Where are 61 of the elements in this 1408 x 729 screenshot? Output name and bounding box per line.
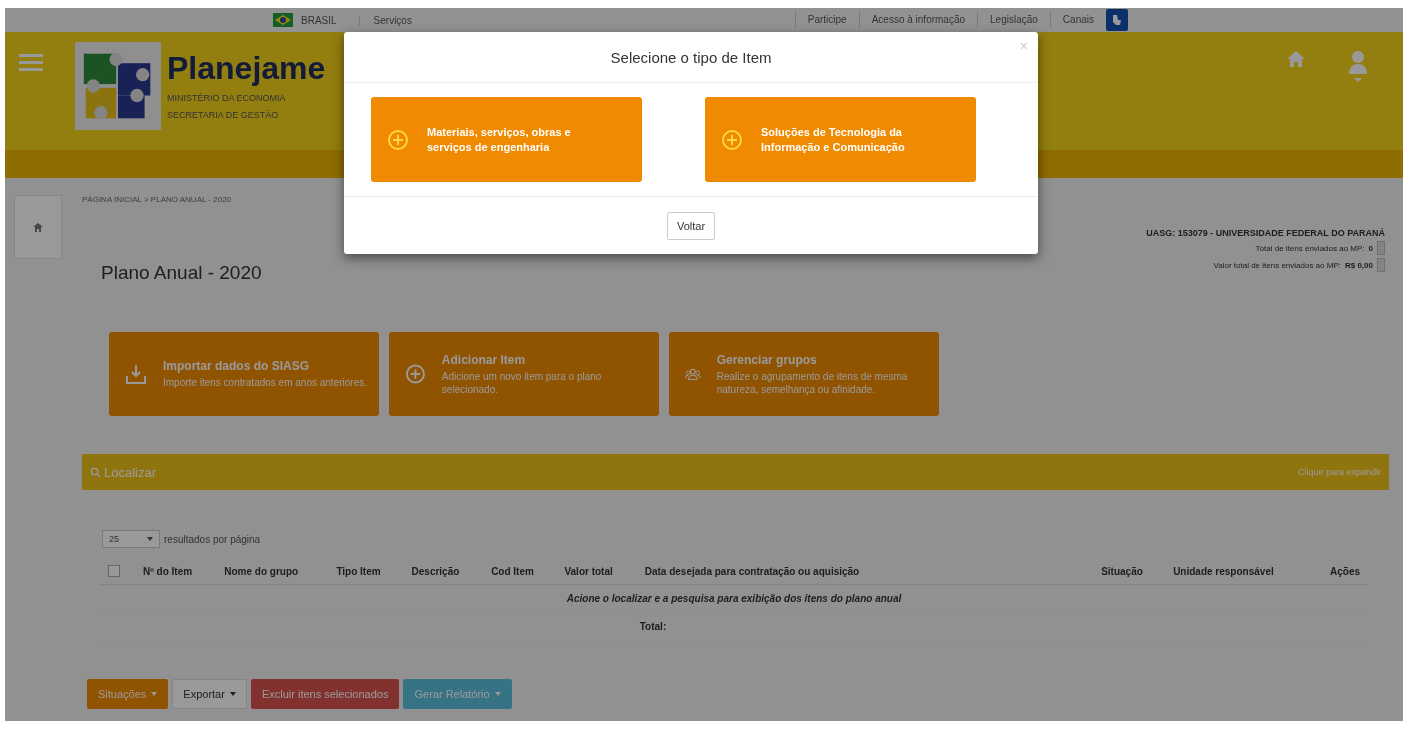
menu-icon xyxy=(19,54,43,72)
card-description: Realize o agrupamento de itens de mesma natureza, semelhança ou afinidade. xyxy=(716,369,909,396)
column-header[interactable]: Cod Item xyxy=(483,558,557,585)
action-card[interactable]: Importar dados do SIASG Importe itens contratados em anos anteriores. xyxy=(109,332,379,416)
home-button[interactable] xyxy=(14,195,62,259)
column-header[interactable]: Tipo Item xyxy=(328,558,404,585)
modal-title: Selecione o tipo de Item xyxy=(610,48,772,66)
plus-circle-icon xyxy=(405,363,426,385)
column-header[interactable]: Nome do grupo xyxy=(216,558,329,585)
summary-label: Valor total de itens enviados ao MP: xyxy=(1213,260,1341,270)
column-header[interactable]: Situação xyxy=(1093,558,1166,585)
page-size-select[interactable]: 25 xyxy=(102,530,160,548)
search-icon xyxy=(90,466,101,478)
toggle-handle[interactable] xyxy=(1377,241,1385,255)
back-button[interactable]: Voltar xyxy=(666,211,716,240)
dropdown-button[interactable]: Situações xyxy=(87,679,169,709)
column-header[interactable]: Valor total xyxy=(556,558,637,585)
page-title: Plano Anual - 2020 xyxy=(101,262,262,284)
page-size-label: resultados por página xyxy=(164,533,261,545)
panel-title: Localizar xyxy=(104,464,157,480)
item-type-option[interactable]: Materiais, serviços, obras e serviços de engenharia xyxy=(371,97,642,182)
card-description: Adicione um novo item para o plano selecionado. xyxy=(441,369,603,396)
plus-circle-icon xyxy=(721,128,743,151)
card-title: Adicionar Item xyxy=(441,352,527,367)
column-header[interactable]: Ações xyxy=(1310,558,1368,585)
download-icon xyxy=(125,363,147,385)
home-icon xyxy=(32,221,44,233)
summary-value: R$ 0,00 xyxy=(1344,260,1373,270)
card-title: Importar dados do SIASG xyxy=(163,359,310,373)
total-label: Total: xyxy=(100,612,1368,641)
dropdown-button[interactable]: Exportar xyxy=(172,679,247,709)
uasg-unit: UASG: 153079 - UNIVERSIDADE FEDERAL DO PARANÁ xyxy=(1146,228,1385,238)
action-card[interactable]: Gerenciar grupos Realize o agrupamento de itens de mesma natureza, semelhança ou afinidade. xyxy=(669,332,939,416)
nav-link[interactable]: Serviços xyxy=(358,14,412,26)
breadcrumb: PÁGINA INICIAL > PLANO ANUAL - 2020 xyxy=(82,195,233,204)
plus-circle-icon xyxy=(387,128,409,151)
summary-label: Total de itens enviados ao MP: xyxy=(1255,243,1365,253)
column-header[interactable]: Nº do Item xyxy=(134,558,217,585)
nav-link[interactable]: Legislação xyxy=(977,12,1050,28)
card-description: Importe itens contratados em anos anteriores. xyxy=(163,376,367,389)
item-type-option[interactable]: Soluções de Tecnologia da Informação e Comunicação xyxy=(705,97,976,182)
toggle-handle[interactable] xyxy=(1377,258,1385,272)
column-header[interactable]: Descrição xyxy=(403,558,484,585)
action-card[interactable]: Adicionar Item Adicione um novo item para o plano selecionado. xyxy=(389,332,659,416)
nav-link[interactable]: Acesso à informação xyxy=(858,12,978,28)
home-icon xyxy=(1286,50,1306,68)
nav-link[interactable]: Participe xyxy=(794,12,859,28)
select-all-checkbox[interactable] xyxy=(108,565,120,577)
country-link[interactable]: BRASIL xyxy=(301,14,337,26)
app-subtitle: MINISTÉRIO DA ECONOMIA xyxy=(167,92,287,105)
card-title: Gerenciar grupos xyxy=(716,352,818,367)
action-button[interactable]: Excluir itens selecionados xyxy=(250,679,400,709)
brazil-flag-icon xyxy=(273,13,293,27)
app-title: Planejame xyxy=(167,49,326,88)
caret-icon xyxy=(147,537,153,541)
summary-value: 0 xyxy=(1368,243,1373,253)
column-header[interactable]: Unidade responsável xyxy=(1165,558,1311,585)
column-header[interactable]: Data desejada para contratação ou aquisição xyxy=(636,558,1094,585)
app-subtitle: SECRETARIA DE GESTÃO xyxy=(167,109,280,122)
empty-table-message: Acione o localizar e a pesquisa para exibição dos itens do plano anual xyxy=(100,584,1368,613)
user-icon xyxy=(1348,50,1368,84)
